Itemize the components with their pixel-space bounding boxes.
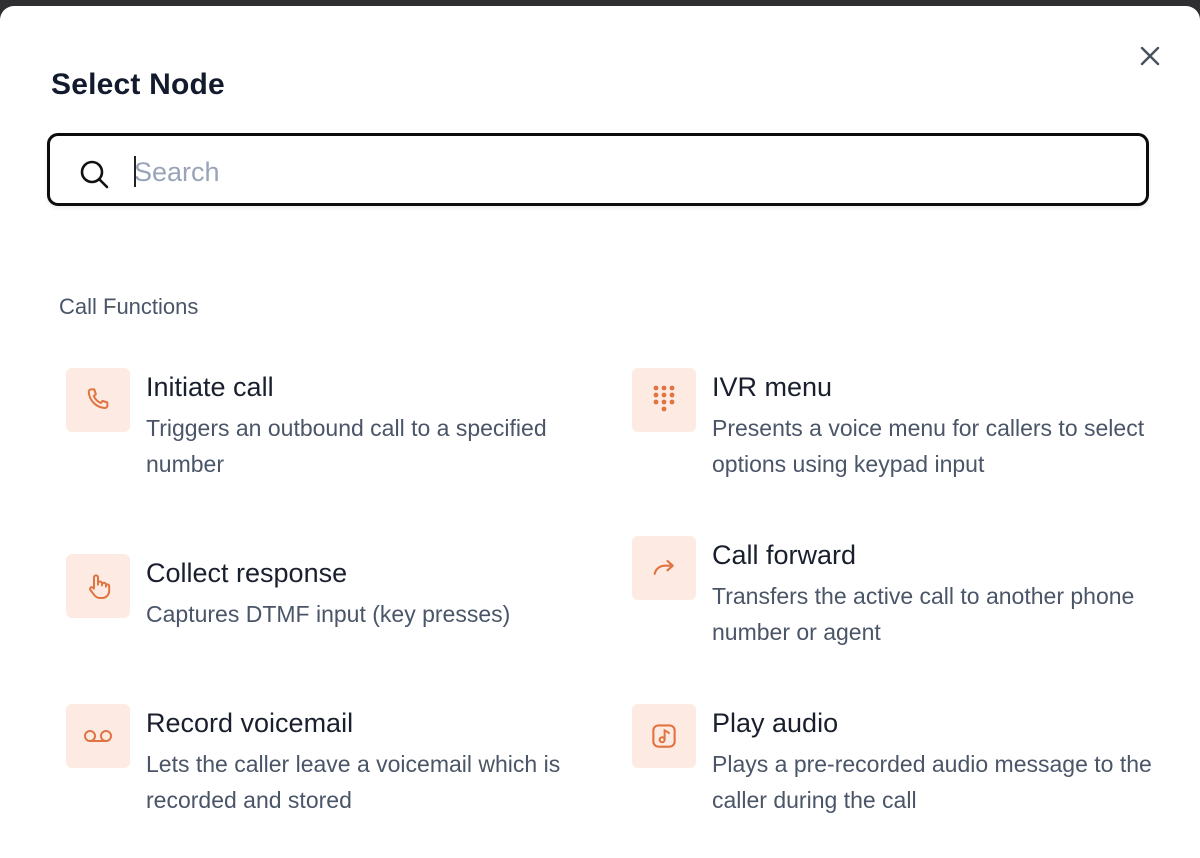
node-record-voicemail[interactable]: Record voicemail Lets the caller leave a… [66,704,586,814]
node-description: Lets the caller leave a voicemail which … [146,751,561,813]
phone-icon [87,388,109,409]
node-title: Collect response [146,558,348,588]
keypad-icon [653,385,675,412]
text-caret [134,156,136,187]
node-play-audio[interactable]: Play audio Plays a pre-recorded audio me… [632,704,1152,814]
node-initiate-call[interactable]: Initiate call Triggers an outbound call … [66,368,586,478]
node-call-forward[interactable]: Call forward Transfers the active call t… [632,536,1152,646]
node-description: Transfers the active call to another pho… [712,583,1135,645]
section-label-call-functions: Call Functions [59,294,199,319]
close-button[interactable] [1134,40,1166,72]
hand-pointer-icon [89,574,111,599]
node-ivr-menu[interactable]: IVR menu Presents a voice menu for calle… [632,368,1152,478]
dialog-title: Select Node [51,68,225,101]
node-icon-box [66,554,130,618]
node-title: Initiate call [146,372,274,402]
forward-arrow-icon [653,559,674,575]
node-icon-box [632,704,696,768]
node-description: Plays a pre-recorded audio message to th… [712,751,1152,813]
node-description: Presents a voice menu for callers to sel… [712,415,1145,477]
node-title: Call forward [712,540,857,570]
close-icon [1140,46,1160,66]
node-title: Record voicemail [146,708,354,738]
node-title: IVR menu [712,372,833,402]
node-icon-box [632,536,696,600]
music-note-icon [652,724,676,748]
node-description: Triggers an outbound call to a specified… [146,415,547,477]
search-icon [80,160,109,189]
select-node-dialog: Select Node Call Functions Initiate call… [0,6,1200,858]
voicemail-icon [84,730,112,742]
node-description: Captures DTMF input (key presses) [146,601,511,627]
search-input[interactable] [132,150,1136,194]
node-collect-response[interactable]: Collect response Captures DTMF input (ke… [66,554,586,634]
node-icon-box [66,368,130,432]
node-icon-box [66,704,130,768]
search-field[interactable] [47,133,1149,206]
node-title: Play audio [712,708,839,738]
node-icon-box [632,368,696,432]
